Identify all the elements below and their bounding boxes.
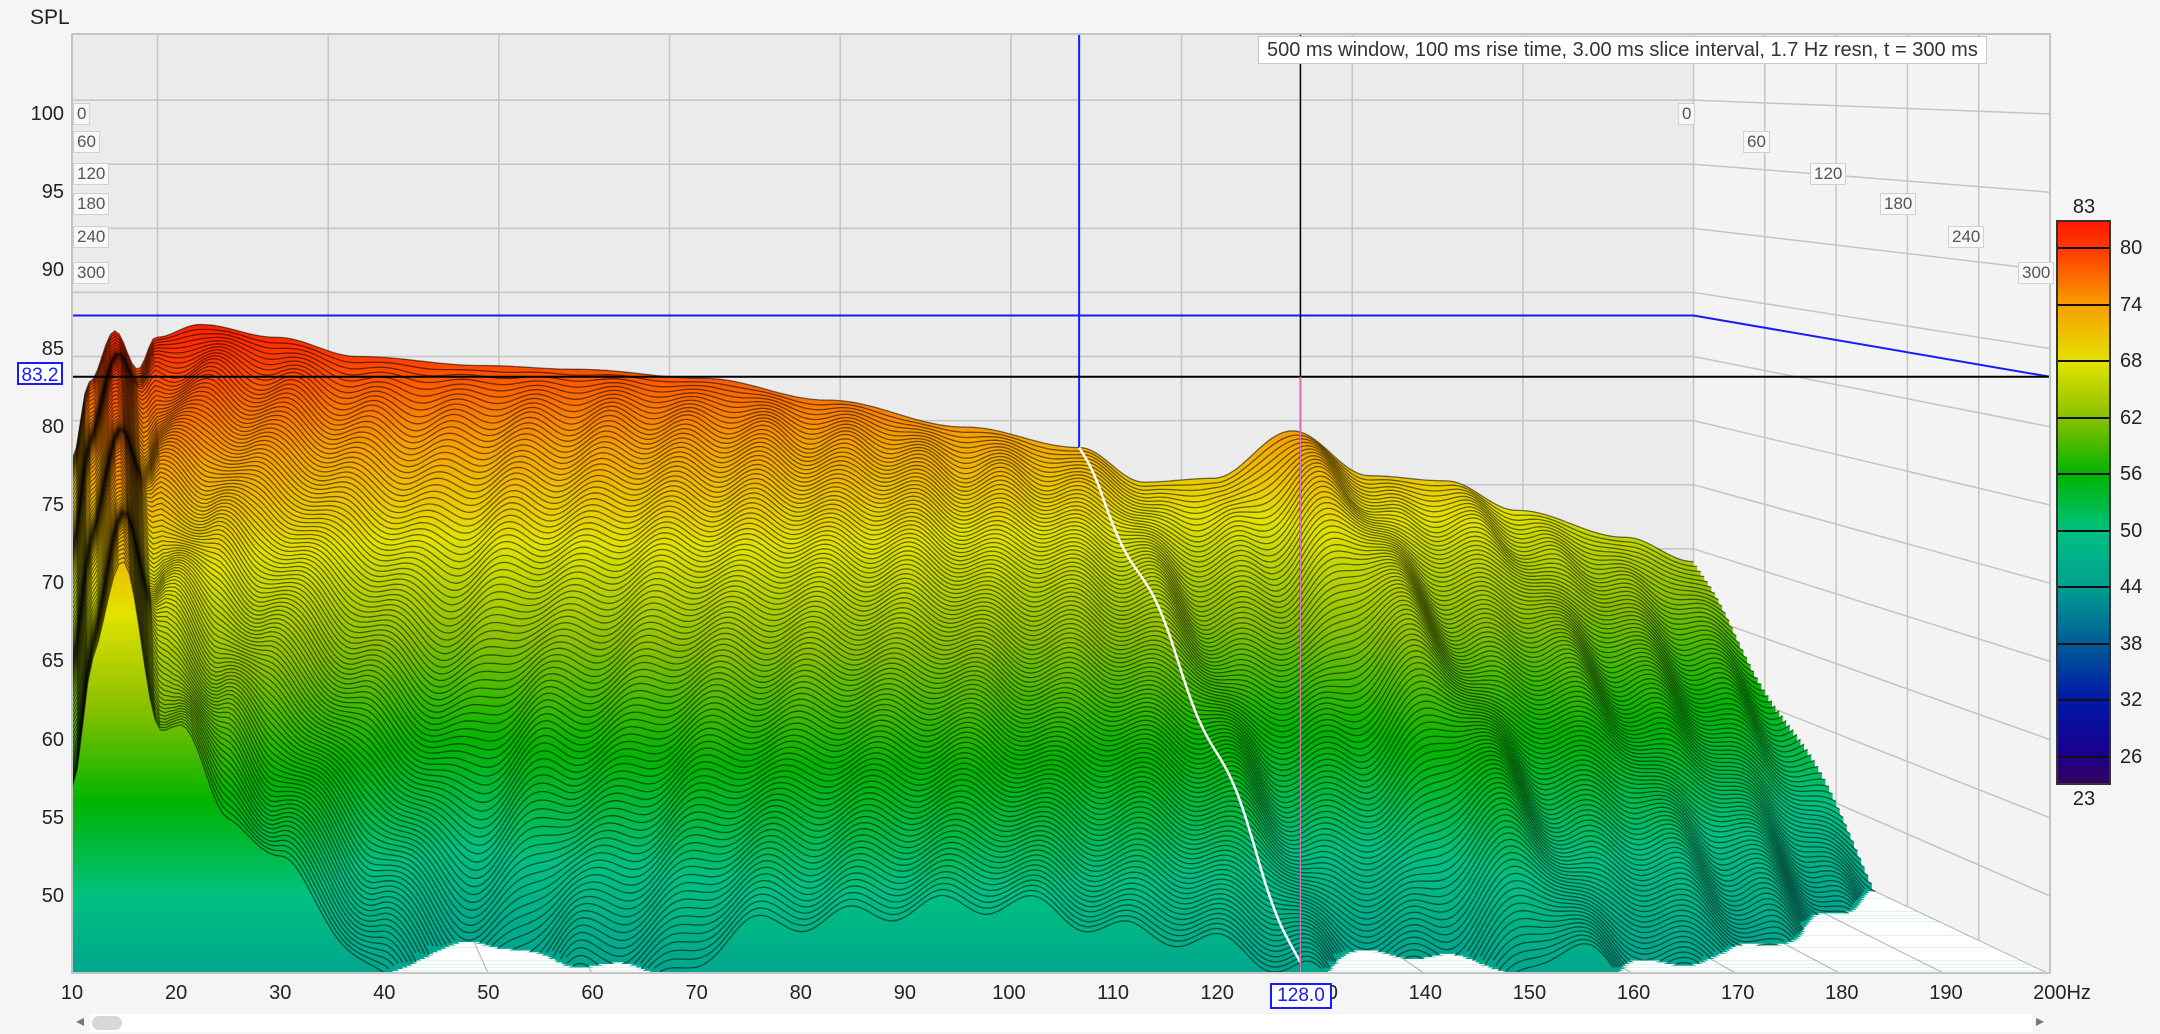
x-tick-label: 50 (477, 982, 500, 1004)
spl-cursor-readout[interactable]: 83.2 (17, 362, 63, 386)
color-scale-tick (2058, 755, 2109, 758)
color-scale-label: 74 (2120, 293, 2143, 316)
time-tick-label-right: 300 (2018, 262, 2055, 284)
y-tick-label: 60 (41, 728, 64, 751)
x-tick-label: 150 (1512, 982, 1547, 1004)
y-tick-label: 65 (41, 650, 64, 673)
x-tick-label: 90 (893, 982, 916, 1004)
x-tick-label: 70 (685, 982, 708, 1004)
time-tick-label-left: 0 (73, 103, 91, 125)
waterfall-settings-info: 500 ms window, 100 ms rise time, 3.00 ms… (1258, 36, 1987, 64)
x-tick-label: 10 (60, 982, 84, 1004)
x-tick-label: 190 (1929, 982, 1963, 1004)
color-scale-tick (2058, 360, 2109, 363)
color-scale-label: 68 (2120, 350, 2143, 373)
time-tick-label-left: 180 (73, 193, 110, 215)
color-scale-tick (2058, 247, 2109, 250)
x-tick-label: 110 (1097, 982, 1129, 1004)
scroll-left-arrow-icon[interactable]: ◂ (76, 1011, 84, 1031)
color-scale-tick (2058, 416, 2109, 419)
x-tick-label: 20 (164, 982, 188, 1004)
color-scale-tick (2058, 699, 2109, 702)
color-scale-label: 80 (2120, 237, 2143, 260)
x-tick-label: 40 (373, 982, 396, 1004)
y-axis-title: SPL (30, 6, 70, 29)
y-tick-label: 50 (41, 885, 64, 907)
y-tick-label: 90 (41, 259, 64, 282)
x-tick-label: 160 (1616, 982, 1651, 1004)
y-tick-label: 80 (41, 415, 64, 438)
frequency-cursor-readout[interactable]: 128.0 (1270, 983, 1332, 1009)
waterfall-plot[interactable] (0, 0, 2160, 1034)
y-tick-label: 70 (41, 572, 64, 595)
y-tick-label: 100 (30, 103, 64, 125)
scrollbar-thumb[interactable] (92, 1016, 122, 1030)
color-scale-min: 23 (2072, 788, 2096, 810)
y-tick-label: 75 (41, 494, 64, 516)
y-tick-label: 85 (41, 337, 64, 360)
color-scale-label: 62 (2120, 406, 2143, 429)
color-scale-label: 38 (2120, 632, 2143, 655)
x-tick-label: 100 (992, 982, 1026, 1004)
horizontal-scrollbar[interactable] (90, 1014, 2032, 1032)
x-tick-label: 180 (1825, 982, 1859, 1004)
color-scale-max: 83 (2072, 196, 2096, 218)
color-scale-label: 26 (2120, 745, 2143, 768)
x-tick-label: 170 (1720, 982, 1755, 1004)
color-scale-tick (2058, 586, 2109, 589)
time-tick-label-right: 60 (1743, 131, 1770, 153)
color-scale-tick (2058, 303, 2109, 306)
x-tick-label: 60 (581, 982, 604, 1004)
time-tick-label-left: 300 (73, 262, 110, 284)
time-tick-label-right: 0 (1678, 103, 1696, 125)
color-scale-tick (2058, 473, 2109, 476)
color-scale-label: 56 (2120, 463, 2143, 486)
time-tick-label-right: 180 (1880, 193, 1917, 215)
time-tick-label-right: 240 (1948, 226, 1985, 248)
time-tick-label-left: 240 (73, 226, 110, 248)
color-scale-label: 50 (2120, 519, 2143, 542)
color-scale-label: 44 (2120, 576, 2143, 599)
y-tick-label: 55 (41, 806, 64, 829)
time-tick-label-left: 120 (73, 163, 110, 185)
x-tick-label: 80 (789, 982, 812, 1004)
y-tick-label: 95 (41, 181, 64, 204)
x-tick-label: 30 (269, 982, 292, 1004)
x-tick-label: 200Hz (2033, 982, 2091, 1004)
color-scale-tick (2058, 642, 2109, 645)
color-scale-tick (2058, 529, 2109, 532)
time-tick-label-right: 120 (1810, 163, 1847, 185)
scroll-right-arrow-icon[interactable]: ▸ (2036, 1011, 2044, 1031)
x-tick-label: 140 (1408, 982, 1443, 1004)
x-tick-label: 120 (1200, 982, 1234, 1004)
color-scale-label: 32 (2120, 689, 2143, 712)
time-tick-label-left: 60 (73, 131, 100, 153)
